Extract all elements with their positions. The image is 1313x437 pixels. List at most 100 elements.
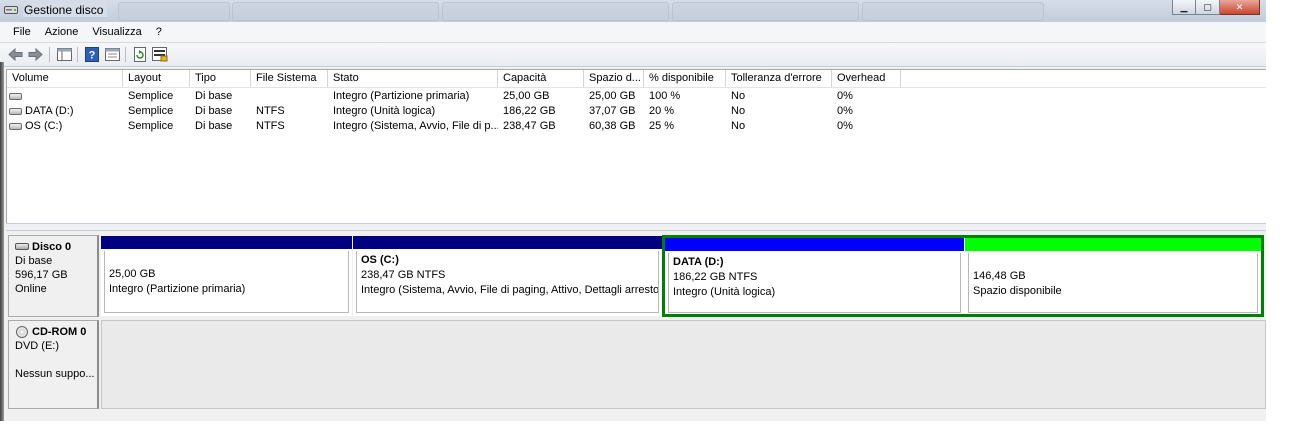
- cdrom-0-status: Nessun suppo...: [15, 368, 95, 380]
- back-button[interactable]: [7, 46, 24, 63]
- partition-primary-25gb[interactable]: 25,00 GB Integro (Partizione primaria): [101, 236, 352, 316]
- volume-row[interactable]: OS (C:) Semplice Di base NTFS Integro (S…: [7, 119, 1266, 134]
- minimize-icon: ▁: [1180, 1, 1188, 12]
- disk-0-label[interactable]: Disco 0 Di base 596,17 GB Online: [8, 235, 99, 317]
- disk-0-name: Disco 0: [32, 241, 72, 253]
- cell-stato: Integro (Partizione primaria): [333, 90, 470, 102]
- cdrom-0-label[interactable]: CD-ROM 0 DVD (E:) Nessun suppo...: [8, 320, 99, 409]
- column-header-file-system[interactable]: File Sistema: [251, 70, 328, 87]
- menu-visualizza[interactable]: Visualizza: [85, 22, 148, 42]
- background-window-ghost: [862, 2, 1044, 21]
- partition-size: 25,00 GB: [109, 268, 156, 280]
- partition-os-c[interactable]: OS (C:) 238,47 GB NTFS Integro (Sistema,…: [353, 236, 662, 316]
- window-left-edge: [0, 62, 4, 421]
- column-header-stato[interactable]: Stato: [328, 70, 498, 87]
- partition-size: 238,47 GB NTFS: [361, 269, 446, 281]
- cell-percent-disponibile: 25 %: [649, 120, 675, 132]
- disk-0-status: Online: [15, 283, 47, 295]
- cell-overhead: 0%: [837, 120, 853, 132]
- column-header-capacita[interactable]: Capacità: [498, 70, 584, 87]
- cell-tipo: Di base: [195, 90, 233, 102]
- cell-spazio-disponibile: 37,07 GB: [589, 105, 636, 117]
- partition-name: OS (C:): [361, 254, 399, 266]
- background-window-ghost: [232, 2, 439, 21]
- console-tree-icon: [57, 48, 72, 61]
- cell-layout: Semplice: [128, 105, 174, 117]
- background-window-ghost: [442, 2, 669, 21]
- disk-0-title: Disco 0: [15, 240, 97, 254]
- column-header-layout[interactable]: Layout: [123, 70, 190, 87]
- partition-body: 146,48 GB Spazio disponibile: [968, 253, 1258, 313]
- menu-help[interactable]: ?: [149, 22, 169, 42]
- disk-graphical-view: Disco 0 Di base 596,17 GB Online 25,00 G…: [6, 231, 1266, 421]
- column-header-percent-disponibile[interactable]: % disponibile: [644, 70, 726, 87]
- volume-list-header: Volume Layout Tipo File Sistema Stato Ca…: [7, 70, 1266, 88]
- partition-size: 146,48 GB: [973, 270, 1026, 282]
- back-arrow-icon: [8, 48, 23, 61]
- properties-button[interactable]: [104, 46, 121, 63]
- cell-tolleranza-errore: No: [731, 90, 746, 102]
- svg-text:?: ?: [88, 50, 95, 62]
- help-icon: ?: [84, 47, 99, 62]
- partition-status: Integro (Unità logica): [673, 286, 776, 298]
- column-header-overhead[interactable]: Overhead: [832, 70, 901, 87]
- cdrom-0-drive: DVD (E:): [15, 340, 59, 352]
- cell-volume: [7, 89, 123, 104]
- toolbar-separator: [77, 47, 78, 62]
- partition-data-d[interactable]: DATA (D:) 186,22 GB NTFS Integro (Unità …: [665, 238, 964, 314]
- hard-disk-icon: [15, 243, 29, 250]
- extended-partition[interactable]: DATA (D:) 186,22 GB NTFS Integro (Unità …: [662, 235, 1264, 317]
- cell-percent-disponibile: 20 %: [649, 105, 675, 117]
- cdrom-0-spacer: [15, 353, 97, 367]
- forward-button[interactable]: [27, 46, 44, 63]
- help-button[interactable]: ?: [83, 46, 100, 63]
- volume-row[interactable]: DATA (D:) Semplice Di base NTFS Integro …: [7, 104, 1266, 119]
- partition-body: 25,00 GB Integro (Partizione primaria): [104, 251, 349, 313]
- close-button[interactable]: ✕: [1220, 0, 1260, 15]
- window-title: Gestione disco: [23, 3, 108, 17]
- cdrom-0-media-area[interactable]: [101, 320, 1266, 409]
- menu-bar: File Azione Visualizza ?: [0, 22, 1266, 43]
- menu-file[interactable]: File: [0, 22, 38, 42]
- cell-capacita: 25,00 GB: [503, 90, 550, 102]
- partition-status: Integro (Partizione primaria): [109, 283, 246, 295]
- partition-status: Spazio disponibile: [973, 285, 1062, 297]
- cell-volume: OS (C:): [25, 120, 63, 132]
- column-header-spazio-disponibile[interactable]: Spazio d...: [584, 70, 644, 87]
- menu-azione[interactable]: Azione: [38, 22, 86, 42]
- refresh-icon: [133, 47, 146, 62]
- cell-volume: DATA (D:): [25, 105, 74, 117]
- background-window-ghost: [118, 2, 230, 21]
- pane-splitter[interactable]: [6, 223, 1266, 231]
- cell-layout: Semplice: [128, 120, 174, 132]
- console-tree-button[interactable]: [56, 46, 73, 63]
- cell-file-system: NTFS: [256, 120, 285, 132]
- cell-capacita: 186,22 GB: [503, 105, 556, 117]
- column-header-tipo[interactable]: Tipo: [190, 70, 251, 87]
- cell-overhead: 0%: [837, 90, 853, 102]
- title-bar[interactable]: Gestione disco ▁ ▢ ✕: [0, 0, 1266, 22]
- partition-size: 186,22 GB NTFS: [673, 271, 758, 283]
- column-header-tolleranza-errore[interactable]: Tolleranza d'errore: [726, 70, 832, 87]
- cdrom-0-name: CD-ROM 0: [32, 326, 87, 338]
- maximize-button[interactable]: ▢: [1196, 0, 1220, 15]
- cell-spazio-disponibile: 60,38 GB: [589, 120, 636, 132]
- cdrom-0-title: CD-ROM 0: [15, 325, 97, 339]
- cell-tolleranza-errore: No: [731, 105, 746, 117]
- partition-body: DATA (D:) 186,22 GB NTFS Integro (Unità …: [668, 253, 961, 313]
- disk-0-size: 596,17 GB: [15, 269, 68, 281]
- cell-stato: Integro (Sistema, Avvio, File di p...: [333, 120, 498, 132]
- maximize-icon: ▢: [1203, 1, 1212, 12]
- disk-0-type: Di base: [15, 255, 53, 267]
- column-header-volume[interactable]: Volume: [7, 70, 123, 87]
- minimize-button[interactable]: ▁: [1172, 0, 1196, 15]
- volume-row[interactable]: Semplice Di base Integro (Partizione pri…: [7, 89, 1266, 104]
- refresh-button[interactable]: [131, 46, 148, 63]
- partition-body: OS (C:) 238,47 GB NTFS Integro (Sistema,…: [356, 251, 659, 313]
- partition-free-space[interactable]: 146,48 GB Spazio disponibile: [965, 238, 1261, 314]
- cell-file-system: [251, 89, 328, 104]
- cell-layout: Semplice: [128, 90, 174, 102]
- volume-list[interactable]: Volume Layout Tipo File Sistema Stato Ca…: [6, 69, 1266, 224]
- partition-name: DATA (D:): [673, 256, 724, 268]
- rescan-disks-button[interactable]: [151, 46, 168, 63]
